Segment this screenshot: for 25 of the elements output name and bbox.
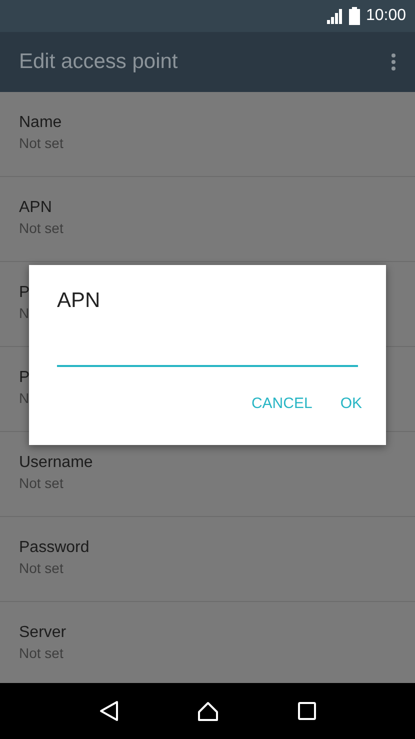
dialog-title: APN xyxy=(57,289,102,313)
dialog-button[interactable]: OK xyxy=(330,387,372,420)
back-icon[interactable] xyxy=(99,700,120,722)
battery-icon xyxy=(348,7,360,25)
setting-title: APN xyxy=(19,199,52,217)
setting-summary: Not set xyxy=(19,560,64,576)
setting-title: P xyxy=(19,284,30,302)
setting-title: Server xyxy=(19,624,66,642)
setting-summary: Not set xyxy=(19,220,64,236)
setting-summary: Not set xyxy=(19,475,64,491)
more-options-icon[interactable] xyxy=(391,53,396,71)
signal-icon xyxy=(324,8,343,24)
dialog-button[interactable]: CANCEL xyxy=(241,387,322,420)
setting-summary: N xyxy=(19,305,30,321)
setting-title: Name xyxy=(19,114,62,132)
clock: 10:00 xyxy=(366,7,406,25)
setting-summary: N xyxy=(19,390,30,406)
setting-title: Username xyxy=(19,454,93,472)
home-icon[interactable] xyxy=(197,701,220,721)
setting-title: Password xyxy=(19,539,90,557)
setting-summary: Not set xyxy=(19,135,64,151)
recents-icon[interactable] xyxy=(298,702,316,720)
setting-summary: Not set xyxy=(19,645,64,661)
toolbar-title: Edit access point xyxy=(19,50,178,74)
setting-title: P xyxy=(19,369,30,387)
